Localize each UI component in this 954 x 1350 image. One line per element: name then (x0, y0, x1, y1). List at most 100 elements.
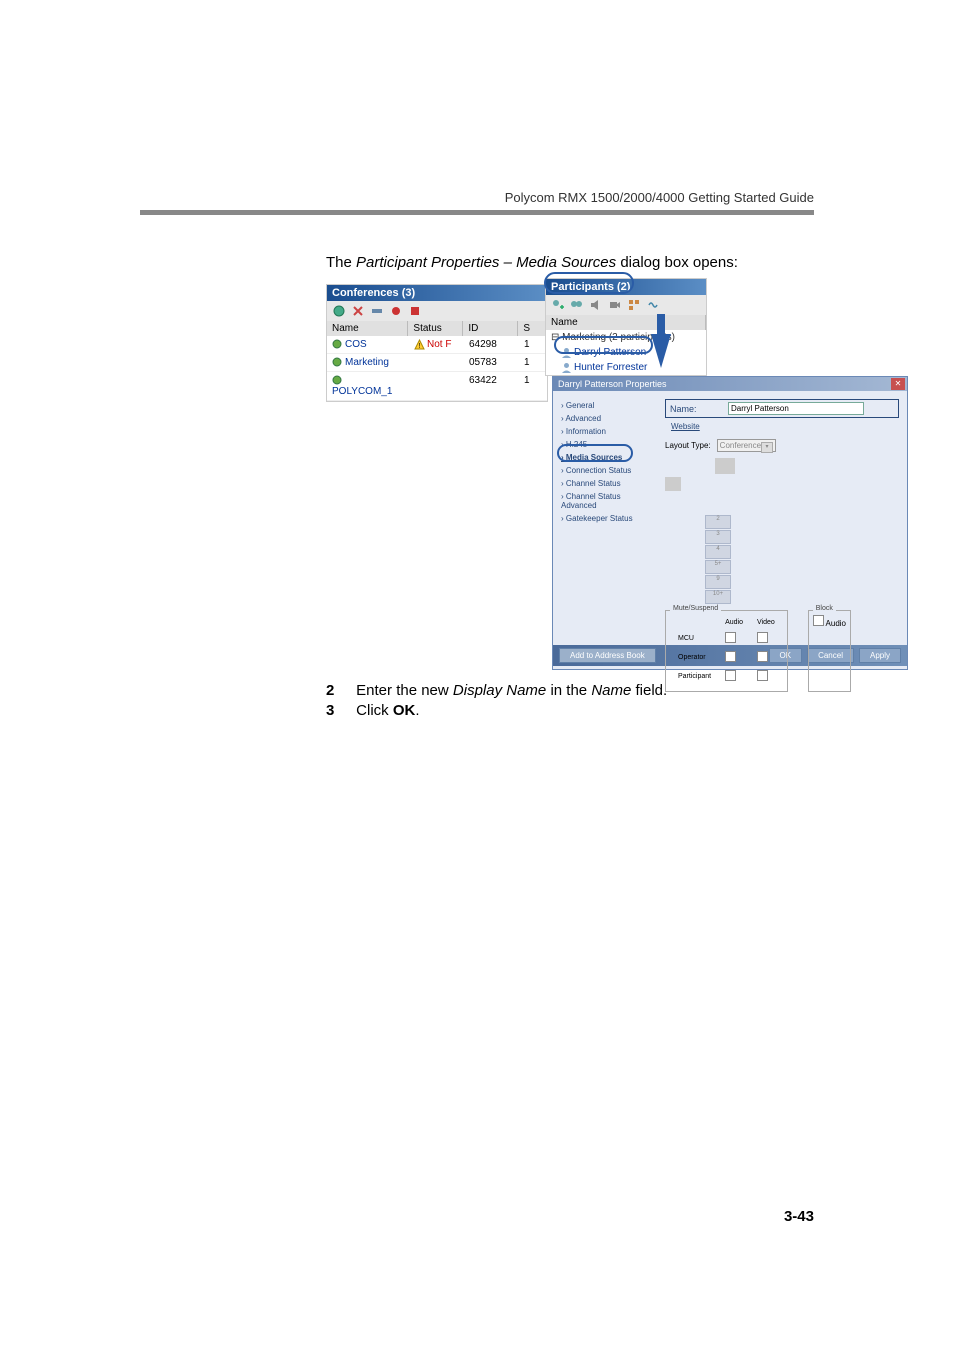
nav-advanced[interactable]: › Advanced (555, 412, 655, 425)
dialog-nav: › General › Advanced › Information › H.2… (553, 391, 657, 645)
add-participant-icon[interactable] (551, 298, 565, 312)
add-to-address-book-button[interactable]: Add to Address Book (559, 648, 656, 663)
speed-dial: 2 3 4 5+ 9 10+ (705, 515, 899, 604)
mute-col-audio: Audio (719, 617, 749, 628)
intro-paragraph: The Participant Properties – Media Sourc… (326, 254, 738, 271)
record-icon[interactable] (389, 304, 403, 318)
dialog-titlebar[interactable]: Darryl Patterson Properties ✕ (553, 377, 907, 391)
table-row[interactable]: Marketing 05783 1 (327, 354, 547, 372)
nav-information[interactable]: › Information (555, 425, 655, 438)
conference-icon (332, 357, 343, 368)
row-status (409, 356, 464, 369)
delete-icon[interactable] (351, 304, 365, 318)
sd-3[interactable]: 3 (705, 530, 731, 544)
list-item[interactable]: Darryl Patterson (546, 345, 706, 360)
table-row[interactable]: COS !Not F 64298 1 (327, 336, 547, 354)
participants-toolbar (546, 295, 706, 315)
audio-icon[interactable] (646, 298, 660, 312)
operator-audio-checkbox[interactable] (725, 651, 736, 662)
camera-icon[interactable] (608, 298, 622, 312)
sd-2[interactable]: 2 (705, 515, 731, 529)
intro-italic: Participant Properties – Media Sources (356, 254, 616, 271)
conference-icon (332, 375, 343, 386)
mute-row-mcu: MCU (672, 630, 717, 647)
mute-suspend-group: Mute/Suspend AudioVideo MCU Operator Par… (665, 610, 788, 692)
sd-5plus[interactable]: 5+ (705, 560, 731, 574)
intro-suffix: dialog box opens: (616, 254, 738, 271)
layout-preview-full[interactable] (665, 477, 681, 491)
name-label: Name: (670, 404, 720, 414)
website-link[interactable]: Website (671, 422, 899, 431)
sd-9[interactable]: 9 (705, 575, 731, 589)
mcu-video-checkbox[interactable] (757, 632, 768, 643)
mute-row-operator: Operator (672, 649, 717, 666)
person-icon (561, 362, 572, 373)
step-2-number: 2 (326, 682, 352, 699)
sd-4[interactable]: 4 (705, 545, 731, 559)
col-s[interactable]: S (518, 321, 547, 336)
conference-icon (332, 339, 343, 350)
nav-gatekeeper-status[interactable]: › Gatekeeper Status (555, 512, 655, 525)
row-s: 1 (519, 374, 547, 398)
sd-10plus[interactable]: 10+ (705, 590, 731, 604)
close-button[interactable]: ✕ (891, 378, 905, 390)
block-title: Block (813, 605, 836, 612)
add-group-icon[interactable] (570, 298, 584, 312)
nav-h245[interactable]: › H.245 (555, 438, 655, 451)
participant-group[interactable]: ⊟ Marketing (2 participants) (546, 330, 706, 345)
participant-audio-checkbox[interactable] (725, 670, 736, 681)
row-s: 1 (519, 338, 547, 351)
operator-video-checkbox[interactable] (757, 651, 768, 662)
step-3: 3 Click OK. (326, 702, 420, 719)
stop-icon[interactable] (408, 304, 422, 318)
intro-prefix: The (326, 254, 356, 271)
layout-type-select[interactable]: Conference▾ (717, 439, 776, 452)
col-status[interactable]: Status (408, 321, 463, 336)
col-name[interactable]: Name (327, 321, 408, 336)
conferences-title: Conferences (3) (327, 285, 547, 301)
nav-media-sources[interactable]: › Media Sources (555, 451, 655, 464)
block-audio-checkbox[interactable] (813, 615, 824, 626)
layout-preview-1[interactable] (715, 458, 735, 474)
row-name: COS (345, 339, 367, 350)
col-id[interactable]: ID (463, 321, 518, 336)
conferences-panel: Conferences (3) Name Status ID S COS !No… (326, 284, 548, 402)
step-3-number: 3 (326, 702, 352, 719)
dialog-title-text: Darryl Patterson Properties (558, 379, 667, 389)
doc-header: Polycom RMX 1500/2000/4000 Getting Start… (505, 190, 814, 205)
ui-screenshot: Conferences (3) Name Status ID S COS !No… (326, 278, 906, 668)
row-id: 05783 (464, 356, 519, 369)
participants-columns: Name (546, 315, 706, 330)
row-status (409, 374, 464, 398)
page-number: 3-43 (784, 1208, 814, 1225)
row-id: 64298 (464, 338, 519, 351)
mute-row-participant: Participant (672, 668, 717, 685)
nav-connection-status[interactable]: › Connection Status (555, 464, 655, 477)
step-3-text: Click OK. (356, 702, 419, 719)
nav-general[interactable]: › General (555, 399, 655, 412)
warning-icon: ! (414, 339, 425, 350)
step-2: 2 Enter the new Display Name in the Name… (326, 682, 667, 699)
nav-channel-status[interactable]: › Channel Status (555, 477, 655, 490)
header-rule (140, 210, 814, 215)
link-icon[interactable] (370, 304, 384, 318)
step-2-text: Enter the new Display Name in the Name f… (356, 682, 667, 699)
name-input[interactable] (728, 402, 864, 415)
mcu-audio-checkbox[interactable] (725, 632, 736, 643)
speaker-icon[interactable] (589, 298, 603, 312)
svg-text:!: ! (419, 343, 421, 350)
layout-icon[interactable] (627, 298, 641, 312)
list-item[interactable]: Hunter Forrester (546, 360, 706, 375)
properties-dialog: Darryl Patterson Properties ✕ › General … (552, 376, 908, 670)
new-conf-icon[interactable] (332, 304, 346, 318)
dialog-main: Name: Website Layout Type: Conference▾ 2… (657, 391, 907, 645)
row-s: 1 (519, 356, 547, 369)
nav-channel-status-advanced[interactable]: › Channel Status Advanced (555, 490, 655, 512)
block-group: Block Audio (808, 610, 851, 692)
participants-title: Participants (2) (546, 279, 706, 295)
table-row[interactable]: POLYCOM_1 63422 1 (327, 372, 547, 401)
mute-col-video: Video (751, 617, 781, 628)
row-name: Marketing (345, 357, 389, 368)
participant-video-checkbox[interactable] (757, 670, 768, 681)
col-name[interactable]: Name (546, 315, 706, 330)
